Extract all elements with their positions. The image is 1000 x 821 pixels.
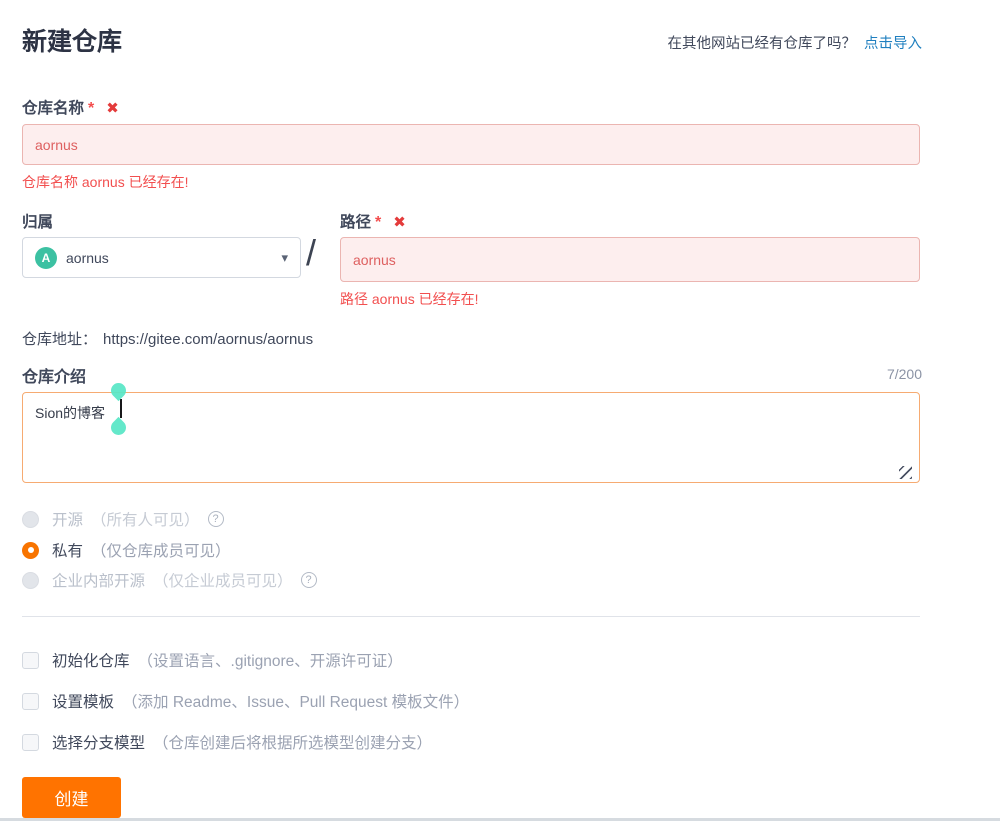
repo-name-label: 仓库名称 <box>22 100 84 117</box>
new-repository-page: 新建仓库 在其他网站已经有仓库了吗？点击导入 仓库名称*✖ 仓库名称 aornu… <box>0 0 1000 821</box>
checkbox-branch-model[interactable] <box>22 734 39 751</box>
option-set-template[interactable]: 设置模板 （添加 Readme、Issue、Pull Request 模板文件） <box>22 690 469 712</box>
repo-url-value: https://gitee.com/aornus/aornus <box>103 331 313 348</box>
section-divider <box>22 616 920 617</box>
owner-avatar: A <box>35 247 57 269</box>
radio-hint: （仅仓库成员可见） <box>91 539 231 561</box>
radio-label: 开源 <box>52 508 83 530</box>
repo-name-input[interactable] <box>22 124 920 165</box>
invalid-icon: ✖ <box>393 214 406 231</box>
import-link[interactable]: 点击导入 <box>864 36 922 52</box>
checkbox-label: 初始化仓库 <box>52 649 130 671</box>
invalid-icon: ✖ <box>106 100 119 117</box>
chevron-down-icon: ▾ <box>281 250 288 266</box>
radio-button-public <box>22 511 39 528</box>
description-textarea[interactable]: Sion的博客 <box>22 392 920 483</box>
path-label-row: 路径* ✖ <box>340 210 406 232</box>
visibility-option-innersource: 企业内部开源 （仅企业成员可见） ? <box>22 569 317 591</box>
radio-button-private[interactable] <box>22 542 39 559</box>
required-asterisk: * <box>88 100 94 117</box>
repo-name-label-row: 仓库名称* ✖ <box>22 96 119 118</box>
import-hint-row: 在其他网站已经有仓库了吗？ 点击导入 <box>668 32 923 53</box>
path-label: 路径 <box>340 214 371 231</box>
char-counter: 7/200 <box>887 366 922 382</box>
radio-button-innersource <box>22 572 39 589</box>
help-icon[interactable]: ? <box>301 572 317 588</box>
owner-label: 归属 <box>22 210 53 232</box>
checkbox-set-template[interactable] <box>22 693 39 710</box>
option-init-repo[interactable]: 初始化仓库 （设置语言、.gitignore、开源许可证） <box>22 649 403 671</box>
path-separator: / <box>306 232 316 274</box>
checkbox-hint: （设置语言、.gitignore、开源许可证） <box>138 649 403 671</box>
textarea-resize-grip[interactable] <box>899 466 912 479</box>
checkbox-hint: （添加 Readme、Issue、Pull Request 模板文件） <box>122 690 469 712</box>
checkbox-init-repo[interactable] <box>22 652 39 669</box>
path-input[interactable] <box>340 237 920 282</box>
owner-select[interactable]: A aornus ▾ <box>22 237 301 278</box>
radio-label: 私有 <box>52 539 83 561</box>
checkbox-hint: （仓库创建后将根据所选模型创建分支） <box>153 731 432 753</box>
create-button[interactable]: 创建 <box>22 777 121 818</box>
description-label: 仓库介绍 <box>22 363 86 387</box>
repo-name-error: 仓库名称 aornus 已经存在! <box>22 172 188 192</box>
owner-selected-value: aornus <box>66 250 281 266</box>
visibility-option-public: 开源 （所有人可见） ? <box>22 508 224 530</box>
repo-url-row: 仓库地址： https://gitee.com/aornus/aornus <box>22 328 313 349</box>
visibility-option-private[interactable]: 私有 （仅仓库成员可见） <box>22 539 231 561</box>
required-asterisk: * <box>375 214 381 231</box>
radio-label: 企业内部开源 <box>52 569 145 591</box>
page-title: 新建仓库 <box>22 22 122 58</box>
text-cursor <box>120 399 122 418</box>
help-icon[interactable]: ? <box>208 511 224 527</box>
radio-hint: （所有人可见） <box>91 508 200 530</box>
checkbox-label: 选择分支模型 <box>52 731 145 753</box>
import-question-text: 在其他网站已经有仓库了吗？ <box>668 36 857 52</box>
option-branch-model[interactable]: 选择分支模型 （仓库创建后将根据所选模型创建分支） <box>22 731 432 753</box>
repo-url-label: 仓库地址： <box>22 331 97 348</box>
path-error: 路径 aornus 已经存在! <box>340 289 478 309</box>
radio-hint: （仅企业成员可见） <box>153 569 293 591</box>
checkbox-label: 设置模板 <box>52 690 114 712</box>
